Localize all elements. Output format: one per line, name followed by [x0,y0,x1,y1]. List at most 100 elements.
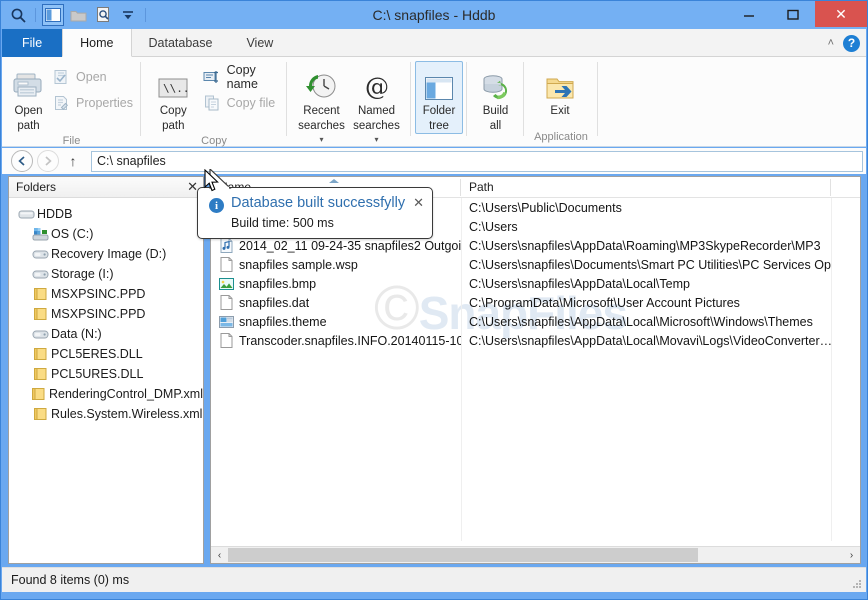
up-button[interactable]: ↑ [63,153,83,169]
audio-file-icon [219,238,234,254]
open-button[interactable]: Open [52,66,133,88]
folder-icon [29,387,49,401]
tree-item-label: Recovery Image (D:) [51,247,167,261]
theme-file-icon [219,314,234,330]
build-all-database-refresh-icon [479,65,513,103]
named-searches-label-2-wrap: searches ▾ [350,120,403,146]
tree-item-rules-system-wireless-xml[interactable]: Rules.System.Wireless.xml [15,404,203,424]
exit-button[interactable]: Exit [532,62,588,118]
scroll-right-icon[interactable]: › [843,547,860,563]
file-path: C:\Users\snapfiles\AppData\Roaming\MP3Sk… [469,238,821,253]
chevron-down-icon[interactable] [117,4,139,26]
folder-tree-button[interactable]: Folder tree [415,61,463,134]
unc-path-icon: \\... [156,65,190,103]
folder-icon [29,367,51,381]
folder-icon [29,347,51,361]
exit-label: Exit [550,105,570,117]
tree-item-label: Storage (I:) [51,267,114,281]
tab-home[interactable]: Home [62,29,132,57]
tree-item-recovery-image-d[interactable]: Recovery Image (D:) [15,244,203,264]
collapse-ribbon-icon[interactable]: ˄ [828,37,834,49]
help-icon[interactable]: ? [843,34,860,52]
tree-item-pcl5ures-dll[interactable]: PCL5URES.DLL [15,364,203,384]
recent-searches-label-2: searches [298,120,345,132]
address-bar: ↑ [2,148,866,174]
close-icon-notification[interactable]: ✕ [413,195,424,211]
column-header-filler [831,177,859,197]
build-all-label-2: all [489,120,502,132]
ribbon-group-build-label [467,133,524,147]
toolbar-separator-2 [145,8,146,22]
resize-grip[interactable] [852,579,862,589]
build-all-button[interactable]: Build all [471,62,520,133]
properties-button[interactable]: Properties [52,92,133,114]
search-document-icon[interactable] [92,4,114,26]
tree-item-storage-i[interactable]: Storage (I:) [15,264,203,284]
copy-file-button[interactable]: Copy file [203,92,279,114]
back-button[interactable] [11,150,33,172]
tree-item-data-n[interactable]: Data (N:) [15,324,203,344]
tab-file[interactable]: File [2,29,63,57]
copy-file-label: Copy file [226,96,276,110]
ribbon-tab-strip: File Home Datatabase View ˄ ? [2,29,866,57]
folder-icon[interactable] [67,4,89,26]
tab-datatabase[interactable]: Datatabase [132,29,230,57]
named-searches-button[interactable]: @ Named searches ▾ [350,62,403,146]
scrollbar-thumb[interactable] [228,548,698,562]
copy-name-button[interactable]: Copy name [203,63,279,91]
tree-item-label: PCL5ERES.DLL [51,347,143,361]
chevron-down-icon-named[interactable]: ▾ [374,135,378,144]
folders-pane-title: Folders [16,180,57,194]
column-header-path[interactable]: Path [461,177,831,197]
copy-path-button[interactable]: \\... Copy path [149,62,198,133]
close-button[interactable]: ✕ [815,1,867,27]
properties-icon [52,94,70,112]
notification-subtitle: Build time: 500 ms [231,216,334,230]
chevron-down-icon-recent[interactable]: ▾ [319,135,323,144]
file-icon [219,333,234,349]
properties-label: Properties [76,96,133,110]
folders-pane-header: Folders ✕ [9,177,203,198]
tree-item-renderingcontrol-dmp-xml[interactable]: RenderingControl_DMP.xml [15,384,203,404]
recent-searches-button[interactable]: Recent searches ▾ [295,62,348,146]
open-path-button[interactable]: Open path [10,62,47,133]
folder-icon [29,307,51,321]
tree-item-os-c[interactable]: OS (C:) [15,224,203,244]
horizontal-scrollbar[interactable]: ‹ › [211,546,860,563]
tab-view[interactable]: View [229,29,290,57]
file-path: C:\Users [469,219,518,234]
file-icon [219,295,234,311]
file-name-cell: snapfiles sample.wsp [211,257,461,273]
tree-item-hddb[interactable]: HDDB [15,204,203,224]
table-row[interactable]: snapfiles.dat C:\ProgramData\Microsoft\U… [211,293,860,312]
table-row[interactable]: snapfiles sample.wsp C:\Users\snapfiles\… [211,255,860,274]
table-row[interactable]: snapfiles.theme C:\Users\snapfiles\AppDa… [211,312,860,331]
tree-item-label: MSXPSINC.PPD [51,287,146,301]
tree-item-msxpsinc-ppd-2[interactable]: MSXPSINC.PPD [15,304,203,324]
scrollbar-track[interactable] [228,547,843,563]
tree-item-label: PCL5URES.DLL [51,367,144,381]
address-input[interactable] [91,150,863,172]
minimize-button[interactable] [727,1,771,27]
scroll-left-icon[interactable]: ‹ [211,547,228,563]
folder-tree-toggle-icon[interactable] [42,4,64,26]
file-name-cell: 2014_02_11 09-24-35 snapfiles2 Outgoin… [211,238,461,254]
maximize-button[interactable] [771,1,815,27]
folders-pane: Folders ✕ HDDB OS (C:) Recovery Image (D… [8,176,204,564]
table-row[interactable]: snapfiles.bmp C:\Users\snapfiles\AppData… [211,274,860,293]
ribbon-group-build: Build all [467,57,524,147]
forward-button[interactable] [37,150,59,172]
quick-access-toolbar [7,3,149,27]
table-row[interactable]: Transcoder.snapfiles.INFO.20140115-100… … [211,331,860,350]
recent-searches-label-1: Recent [303,105,340,117]
folder-tree: HDDB OS (C:) Recovery Image (D:) Storage… [9,198,203,424]
file-name: snapfiles sample.wsp [239,257,358,272]
search-icon[interactable] [7,4,29,26]
named-searches-label-2: searches [353,120,400,132]
tree-item-pcl5eres-dll[interactable]: PCL5ERES.DLL [15,344,203,364]
open-path-label-2: path [17,120,40,132]
tree-item-msxpsinc-ppd-1[interactable]: MSXPSINC.PPD [15,284,203,304]
column-header-path-label: Path [469,180,494,194]
svg-text:\\...: \\... [163,82,190,95]
open-label: Open [76,70,107,84]
